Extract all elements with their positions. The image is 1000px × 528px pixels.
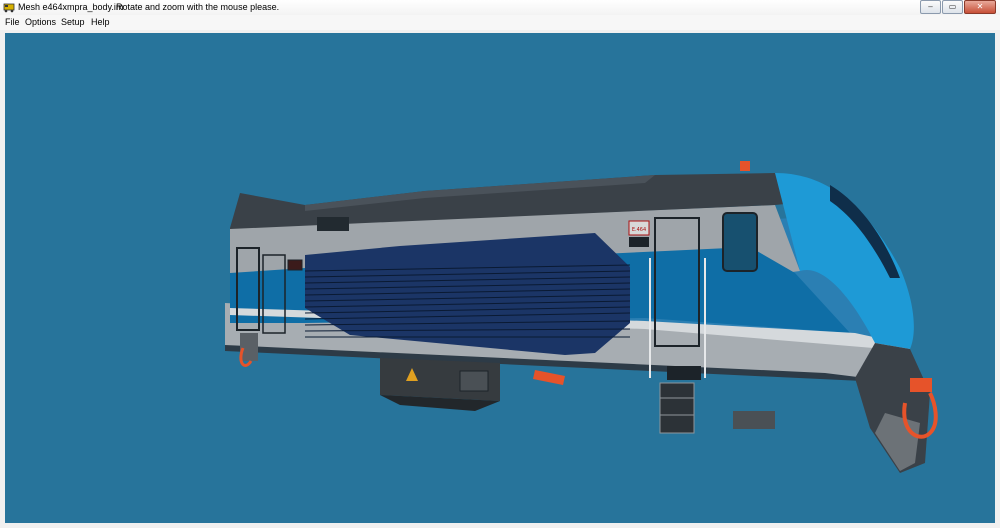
- locomotive-mesh[interactable]: E.464: [5, 33, 995, 523]
- roof-grille: [317, 217, 349, 231]
- app-icon: [3, 3, 15, 13]
- close-button[interactable]: ✕: [964, 0, 996, 14]
- 3d-viewport[interactable]: E.464: [5, 33, 995, 523]
- menu-options[interactable]: Options: [25, 17, 56, 27]
- side-window: [722, 212, 758, 272]
- snowplow: [875, 413, 920, 471]
- menu-bar: File Options Setup Help: [0, 15, 1000, 30]
- handle-orange: [533, 370, 565, 385]
- equipment-panel: [459, 370, 489, 392]
- rear-lamp: [287, 259, 303, 271]
- buffer-orange: [910, 378, 932, 392]
- window-controls: – ▭ ✕: [919, 0, 996, 14]
- side-box: [733, 411, 775, 429]
- vent-grille: [667, 366, 701, 380]
- minimize-button[interactable]: –: [920, 0, 941, 14]
- number-plate-text: E.464: [632, 227, 646, 233]
- roof-accent-orange: [740, 161, 750, 171]
- maximize-button[interactable]: ▭: [942, 0, 963, 14]
- menu-file[interactable]: File: [5, 17, 20, 27]
- title-bar: Mesh e464xmpra_body.im Rotate and zoom w…: [0, 0, 1000, 15]
- rear-step: [240, 333, 258, 361]
- info-plate: [629, 237, 649, 247]
- window-hint: Rotate and zoom with the mouse please.: [116, 2, 280, 12]
- cab-step: [659, 382, 695, 434]
- window-title: Mesh e464xmpra_body.im: [18, 2, 124, 12]
- menu-help[interactable]: Help: [91, 17, 110, 27]
- menu-setup[interactable]: Setup: [61, 17, 85, 27]
